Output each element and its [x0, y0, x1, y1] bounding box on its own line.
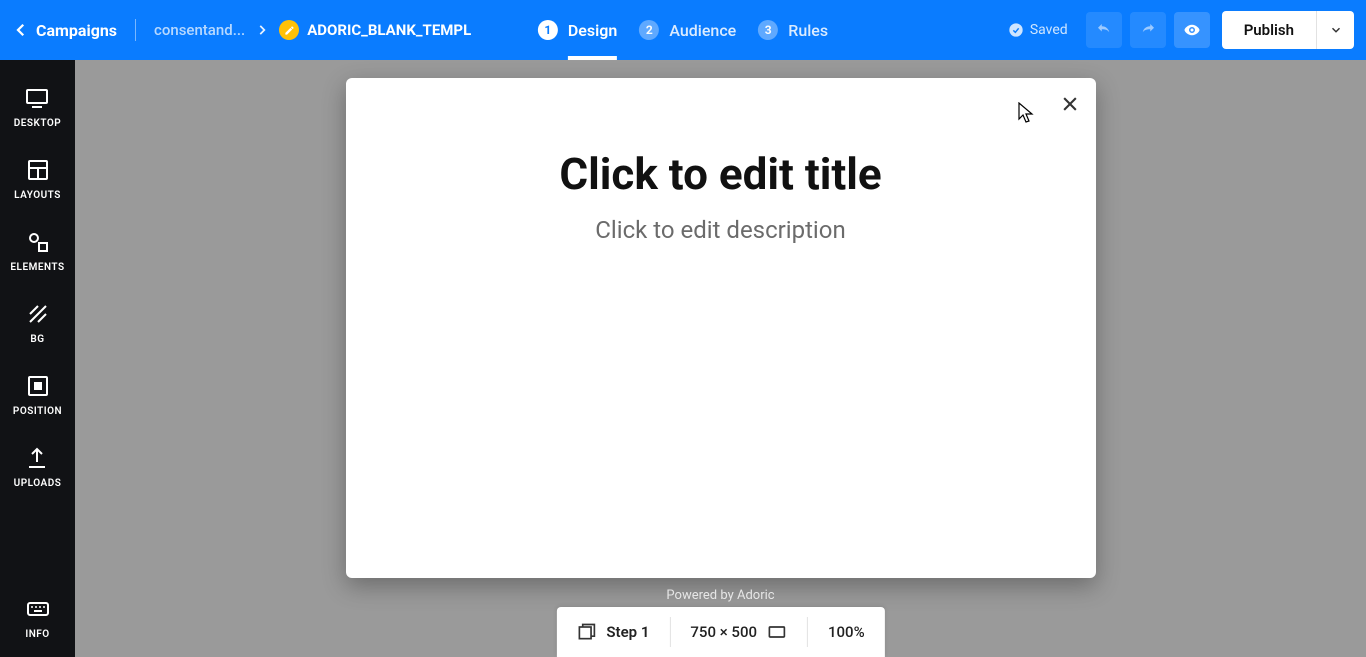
step-label: Step 1: [606, 623, 649, 641]
popup-canvas[interactable]: Click to edit title Click to edit descri…: [346, 78, 1096, 578]
close-icon: [1060, 94, 1080, 114]
publish-dropdown[interactable]: [1316, 11, 1354, 49]
step-label: Rules: [788, 21, 828, 40]
sidebar-item-info[interactable]: INFO: [25, 597, 49, 657]
breadcrumb-project[interactable]: consentand...: [154, 21, 245, 39]
saved-indicator: Saved: [1008, 22, 1068, 38]
back-to-campaigns[interactable]: Campaigns: [12, 21, 117, 40]
step-label: Design: [568, 21, 617, 40]
preview-button[interactable]: [1174, 12, 1210, 48]
close-button[interactable]: [1060, 94, 1080, 114]
step-number: 2: [639, 20, 659, 40]
divider: [135, 19, 136, 41]
bottom-toolbar: Step 1 750 × 500 100%: [556, 607, 884, 657]
sidebar-item-label: UPLOADS: [14, 478, 62, 489]
sidebar-item-label: DESKTOP: [14, 118, 61, 129]
sidebar-item-uploads[interactable]: UPLOADS: [14, 446, 62, 518]
campaigns-label: Campaigns: [36, 21, 117, 40]
wizard-steps: 1 Design 2 Audience 3 Rules: [538, 0, 828, 60]
step-design[interactable]: 1 Design: [538, 0, 617, 60]
layouts-icon: [26, 158, 50, 182]
popup-title[interactable]: Click to edit title: [346, 148, 1096, 200]
step-selector[interactable]: Step 1: [556, 607, 669, 657]
sidebar-item-label: POSITION: [13, 406, 62, 417]
sidebar-item-bg[interactable]: BG: [26, 302, 50, 374]
sidebar-item-position[interactable]: POSITION: [13, 374, 62, 446]
powered-by[interactable]: Powered by Adoric: [666, 588, 774, 603]
sidebar-item-label: BG: [30, 334, 44, 345]
popup-description[interactable]: Click to edit description: [346, 216, 1096, 244]
breadcrumb: Campaigns consentand... ADORIC_BLANK_TEM…: [12, 19, 471, 41]
step-label: Audience: [669, 21, 736, 40]
sidebar-item-desktop[interactable]: DESKTOP: [14, 86, 61, 158]
cursor-icon: [1018, 102, 1034, 124]
sidebar-item-label: ELEMENTS: [10, 262, 64, 273]
position-icon: [26, 374, 50, 398]
campaign-title: ADORIC_BLANK_TEMPL: [307, 21, 471, 39]
saved-label: Saved: [1030, 22, 1068, 38]
elements-icon: [26, 230, 50, 254]
sidebar-item-label: LAYOUTS: [14, 190, 61, 201]
step-rules[interactable]: 3 Rules: [758, 0, 828, 60]
dimensions-value: 750 × 500: [690, 623, 757, 641]
sidebar-item-elements[interactable]: ELEMENTS: [10, 230, 64, 302]
step-number: 1: [538, 20, 558, 40]
background-icon: [26, 302, 50, 326]
top-bar: Campaigns consentand... ADORIC_BLANK_TEM…: [0, 0, 1366, 60]
redo-button[interactable]: [1130, 12, 1166, 48]
upload-icon: [25, 446, 49, 470]
topbar-actions: Saved Publish: [1008, 11, 1354, 49]
canvas-area[interactable]: Click to edit title Click to edit descri…: [75, 60, 1366, 657]
undo-button[interactable]: [1086, 12, 1122, 48]
sidebar-item-layouts[interactable]: LAYOUTS: [14, 158, 61, 230]
zoom-value: 100%: [828, 623, 865, 641]
dimensions-display[interactable]: 750 × 500: [670, 607, 807, 657]
left-sidebar: DESKTOP LAYOUTS ELEMENTS BG POSITION UPL…: [0, 60, 75, 657]
desktop-icon: [25, 86, 49, 110]
chevron-left-icon: [12, 21, 30, 39]
breadcrumb-current[interactable]: ADORIC_BLANK_TEMPL: [279, 20, 471, 40]
zoom-display[interactable]: 100%: [808, 607, 885, 657]
check-circle-icon: [1008, 22, 1024, 38]
step-audience[interactable]: 2 Audience: [639, 0, 736, 60]
keyboard-icon: [26, 597, 50, 621]
publish-group: Publish: [1222, 11, 1354, 49]
aspect-icon: [767, 622, 787, 642]
step-icon: [576, 622, 596, 642]
step-number: 3: [758, 20, 778, 40]
chevron-right-icon: [255, 23, 269, 37]
publish-button[interactable]: Publish: [1222, 11, 1316, 49]
sidebar-item-label: INFO: [25, 629, 49, 640]
edit-icon: [279, 20, 299, 40]
